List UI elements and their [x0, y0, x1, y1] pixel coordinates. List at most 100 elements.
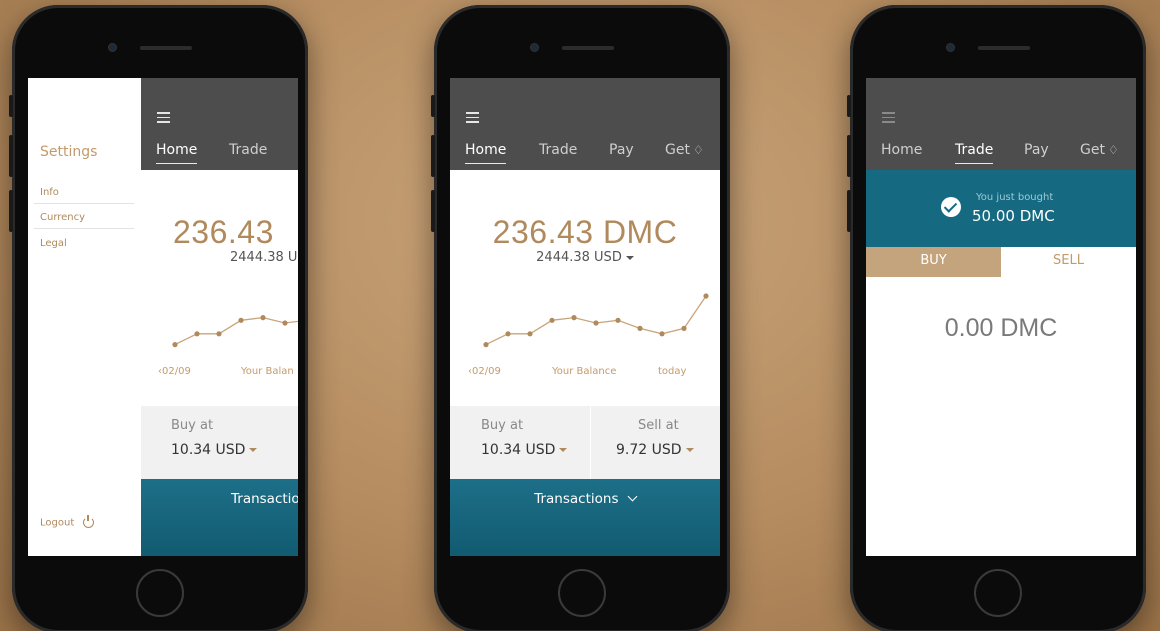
app-header: Home Trade Pay Get ♢ — [866, 78, 1136, 170]
chart-axis-labels: ‹ 02/09 Your Balance today — [450, 366, 720, 380]
tab-pay[interactable]: Pay — [1024, 142, 1049, 158]
tab-get[interactable]: Get ♢ — [665, 142, 704, 158]
balance-point-2 — [216, 331, 222, 337]
balance-point-9 — [681, 325, 687, 331]
home-button[interactable] — [558, 569, 606, 617]
bought-amount: 50.00 DMC — [972, 207, 1055, 225]
balance-line — [485, 295, 707, 346]
transactions-button[interactable]: Transactio — [141, 479, 298, 556]
mute-switch — [431, 95, 435, 117]
balance-point-10 — [703, 293, 709, 299]
tab-pay[interactable]: Pay — [609, 142, 634, 158]
tab-trade[interactable]: Trade — [229, 142, 267, 158]
volume-down-button — [9, 190, 13, 232]
phone-trade: Home Trade Pay Get ♢ You just bought 50.0… — [847, 5, 1146, 631]
balance-point-3 — [549, 317, 555, 323]
balance-usd[interactable]: 2444.38 USD — [450, 250, 720, 265]
buy-at-label: Buy at — [171, 418, 214, 433]
hamburger-icon[interactable] — [882, 112, 895, 123]
caret-down-icon — [249, 448, 258, 452]
diamond-icon: ♢ — [1107, 143, 1119, 157]
home-view-shifted: Home Trade 236.43 2444.38 U ‹ 02/09 Your… — [141, 78, 298, 556]
transactions-button[interactable]: Transactions — [450, 479, 720, 556]
balance-point-3 — [238, 317, 244, 323]
balance-point-0 — [172, 342, 178, 348]
drawer-item-legal[interactable]: Legal — [34, 235, 134, 254]
sell-at-value[interactable]: 9.72 USD — [616, 442, 694, 458]
mute-switch — [847, 95, 851, 117]
balance-point-8 — [659, 331, 665, 337]
tab-home[interactable]: Home — [465, 142, 507, 164]
home-button[interactable] — [974, 569, 1022, 617]
chart-axis-labels: ‹ 02/09 Your Balan — [141, 366, 298, 380]
drawer-item-currency[interactable]: Currency — [34, 209, 134, 229]
tab-bar: Home Trade Pay Get ♢ — [881, 142, 1136, 164]
screen: Settings Info Currency Legal Logout Home… — [28, 78, 298, 556]
buy-at-value[interactable]: 10.34 USD — [481, 442, 568, 458]
balance-chart — [172, 315, 298, 348]
balance-line — [174, 316, 298, 346]
front-camera — [108, 43, 117, 52]
balance-point-6 — [615, 317, 621, 323]
purchase-confirmation-banner: You just bought 50.00 DMC — [866, 170, 1136, 247]
balance-amount: 236.43 — [173, 214, 274, 250]
balance-point-4 — [571, 315, 577, 321]
phone-home: Home Trade Pay Get ♢ 236.43 DMC 2444.38 U… — [431, 5, 730, 631]
app-header: Home Trade — [141, 78, 298, 170]
volume-down-button — [431, 190, 435, 232]
chart-start-date[interactable]: ‹ 02/09 — [158, 366, 191, 377]
screen: Home Trade Pay Get ♢ You just bought 50.0… — [866, 78, 1136, 556]
screen: Home Trade Pay Get ♢ 236.43 DMC 2444.38 U… — [450, 78, 720, 556]
earpiece — [562, 46, 614, 50]
buy-at-label: Buy at — [481, 418, 524, 433]
price-divider — [590, 406, 591, 479]
balance-point-4 — [260, 315, 266, 321]
balance-chart — [483, 293, 709, 348]
balance-point-1 — [505, 331, 511, 337]
tab-get[interactable]: Get ♢ — [1080, 142, 1119, 158]
chart-start-date[interactable]: ‹ 02/09 — [468, 366, 501, 377]
balance-point-1 — [194, 331, 200, 337]
tab-trade[interactable]: Trade — [955, 142, 994, 164]
app-header: Home Trade Pay Get ♢ — [450, 78, 720, 170]
bought-label: You just bought — [976, 192, 1054, 203]
transactions-label: Transactions — [534, 491, 619, 507]
logout-button[interactable]: Logout — [40, 514, 95, 528]
tab-home[interactable]: Home — [156, 142, 198, 164]
balance-usd[interactable]: 2444.38 U — [230, 250, 298, 265]
earpiece — [140, 46, 192, 50]
tab-bar: Home Trade Pay Get ♢ — [465, 142, 720, 164]
chevron-down-icon — [627, 491, 638, 502]
power-icon — [83, 514, 95, 528]
sell-at-label: Sell at — [638, 418, 679, 433]
buy-at-value[interactable]: 10.34 USD — [171, 442, 258, 458]
balance-point-0 — [483, 342, 489, 348]
volume-up-button — [431, 135, 435, 177]
price-bar: Buy at 10.34 USD Sell at 9.72 USD — [450, 406, 720, 479]
settings-drawer: Settings Info Currency Legal Logout — [28, 78, 141, 556]
balance-point-5 — [593, 320, 599, 326]
buy-tab[interactable]: BUY — [866, 247, 1001, 277]
chart-end-date[interactable]: today — [658, 366, 686, 377]
balance-point-7 — [637, 325, 643, 331]
sell-tab[interactable]: SELL — [1001, 247, 1136, 277]
front-camera — [946, 43, 955, 52]
tab-home[interactable]: Home — [881, 142, 922, 158]
phone-settings-drawer: Settings Info Currency Legal Logout Home… — [9, 5, 308, 631]
diamond-icon: ♢ — [692, 143, 704, 157]
drawer-item-info[interactable]: Info — [34, 184, 134, 204]
volume-up-button — [9, 135, 13, 177]
chart-title: Your Balan — [241, 366, 294, 377]
hamburger-icon[interactable] — [466, 112, 479, 123]
hamburger-icon[interactable] — [157, 112, 170, 123]
home-button[interactable] — [136, 569, 184, 617]
mute-switch — [9, 95, 13, 117]
trade-amount-input[interactable]: 0.00 DMC — [866, 314, 1136, 343]
tab-trade[interactable]: Trade — [539, 142, 577, 158]
volume-down-button — [847, 190, 851, 232]
front-camera — [530, 43, 539, 52]
check-icon — [941, 197, 961, 217]
earpiece — [978, 46, 1030, 50]
balance-amount: 236.43 DMC — [492, 214, 678, 250]
chart-title: Your Balance — [552, 366, 617, 377]
